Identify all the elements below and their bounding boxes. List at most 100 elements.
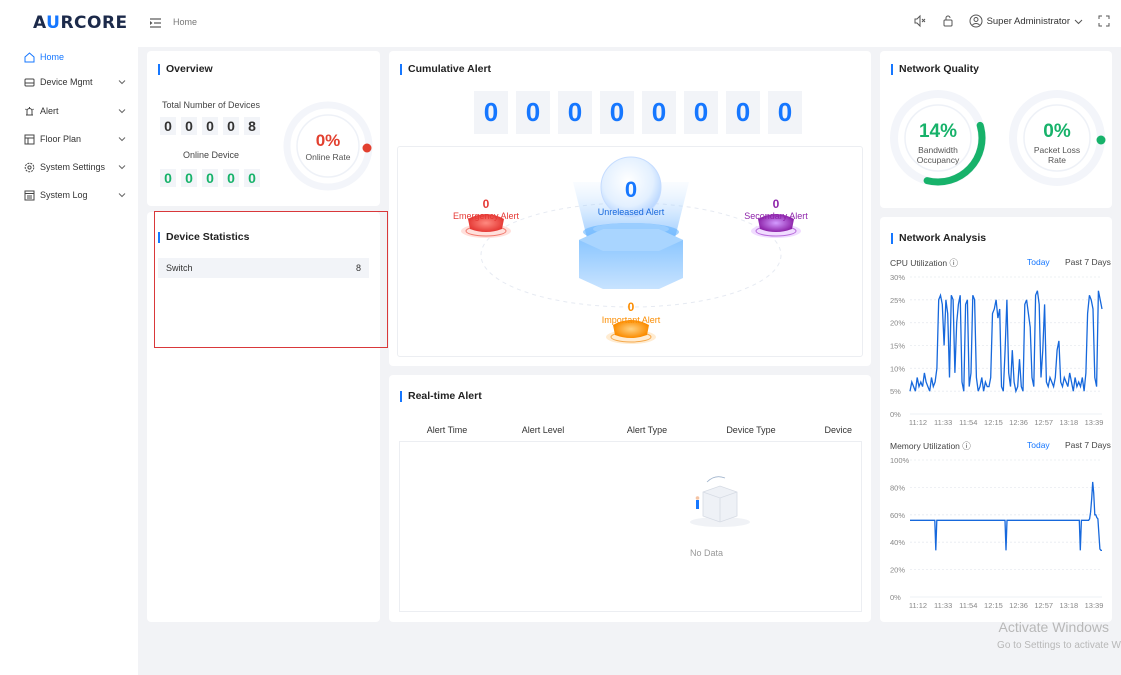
online-digit: 0: [244, 169, 260, 187]
y-tick-label: 20%: [890, 566, 905, 575]
empty-state-text: No Data: [690, 548, 724, 558]
x-tick-label: 11:33: [934, 601, 952, 610]
x-tick-label: 11:33: [934, 418, 952, 427]
online-device-label: Online Device: [183, 150, 240, 160]
emergency-alert-label: Emergency Alert: [452, 211, 520, 221]
alert-digit: 0: [684, 91, 718, 134]
y-tick-label: 5%: [890, 387, 901, 396]
column-header[interactable]: Alert Type: [591, 425, 703, 435]
chevron-down-icon: [118, 193, 126, 198]
toolbar-right: Super Administrator: [913, 14, 1111, 28]
lock-icon[interactable]: [941, 14, 955, 28]
device-statistics-title: Device Statistics: [158, 232, 249, 243]
emergency-alert-value: 0: [482, 197, 490, 211]
y-tick-label: 25%: [890, 296, 905, 305]
alert-digit: 0: [516, 91, 550, 134]
cpu-tab-today[interactable]: Today: [1027, 257, 1050, 267]
realtime-alert-table-body: No Data: [399, 442, 862, 612]
sidebar: Home Device Mgmt Alert Floor Plan System…: [0, 47, 138, 675]
x-tick-label: 11:12: [909, 418, 927, 427]
x-tick-label: 12:36: [1009, 418, 1028, 427]
device-icon: [24, 78, 35, 86]
y-tick-label: 30%: [890, 273, 905, 282]
sidebar-item-home[interactable]: Home: [0, 47, 138, 67]
overview-card: Overview Total Number of Devices 0 0 0 0…: [147, 51, 380, 206]
top-bar: AURCORE Home Super Administrator: [0, 0, 1121, 47]
bandwidth-label-line2: Occupancy: [916, 155, 960, 165]
x-tick-label: 12:36: [1009, 601, 1028, 610]
fullscreen-icon[interactable]: [1097, 14, 1111, 28]
memory-tab-past-7-days[interactable]: Past 7 Days: [1065, 440, 1111, 450]
cumulative-alert-title: Cumulative Alert: [400, 64, 491, 75]
realtime-alert-table-header: Alert Time Alert Level Alert Type Device…: [399, 418, 862, 442]
secondary-alert-value: 0: [772, 197, 780, 211]
overview-title: Overview: [158, 64, 213, 75]
sidebar-item-system-log[interactable]: System Log: [0, 185, 138, 205]
important-alert-value: 0: [627, 300, 635, 314]
total-digit: 0: [223, 117, 239, 135]
cpu-tab-past-7-days[interactable]: Past 7 Days: [1065, 257, 1111, 267]
network-analysis-title: Network Analysis: [891, 233, 986, 244]
x-tick-label: 12:15: [984, 601, 1003, 610]
y-tick-label: 0%: [890, 410, 901, 419]
column-header[interactable]: Device: [799, 425, 862, 435]
cpu-utilization-chart: 30% 25% 20% 15% 10% 5% 0% 11:12 11:33 11:54 12:15 1…: [890, 273, 1104, 427]
sidebar-item-system-settings[interactable]: System Settings: [0, 157, 138, 177]
network-quality-title: Network Quality: [891, 64, 979, 75]
device-type-name: Switch: [166, 263, 193, 273]
online-rate-label: Online Rate: [305, 152, 351, 162]
y-tick-label: 60%: [890, 511, 905, 520]
sidebar-item-device-mgmt[interactable]: Device Mgmt: [0, 72, 138, 92]
y-tick-label: 20%: [890, 319, 905, 328]
total-digit: 0: [202, 117, 218, 135]
x-tick-label: 11:54: [959, 418, 977, 427]
user-menu[interactable]: Super Administrator: [969, 14, 1083, 28]
bandwidth-label-line1: Bandwidth: [918, 145, 958, 155]
sidebar-item-floor-plan[interactable]: Floor Plan: [0, 129, 138, 149]
bandwidth-value: 14%: [918, 121, 958, 142]
empty-box-icon: [690, 476, 750, 527]
x-tick-label: 11:12: [909, 601, 927, 610]
online-digit: 0: [223, 169, 239, 187]
device-stat-row[interactable]: Switch 8: [158, 258, 369, 278]
unreleased-alert-label: Unreleased Alert: [597, 207, 665, 217]
alert-overview-panel: 0 Unreleased Alert 0 Emergency Alert 0 S…: [397, 146, 863, 357]
packet-loss-label-line2: Rate: [1048, 155, 1066, 165]
column-header[interactable]: Alert Level: [495, 425, 591, 435]
memory-tab-today[interactable]: Today: [1027, 440, 1050, 450]
activate-windows-hint: Go to Settings to activate W: [997, 640, 1121, 651]
chevron-down-icon: [1074, 19, 1083, 24]
device-type-count: 8: [355, 263, 361, 273]
total-devices-label: Total Number of Devices: [162, 100, 261, 110]
cumulative-alert-card: Cumulative Alert 0 0 0 0 0 0 0 0 0 Unrel…: [389, 51, 871, 366]
alert-digit: 0: [600, 91, 634, 134]
chevron-down-icon: [118, 137, 126, 142]
x-tick-label: 13:39: [1085, 418, 1104, 427]
important-alert-label: Important Alert: [601, 315, 661, 325]
online-digit: 0: [160, 169, 176, 187]
memory-utilization-chart: 100% 80% 60% 40% 20% 0% 11:12 11:33 11:54 12:15 12…: [890, 456, 1103, 610]
chevron-down-icon: [118, 165, 126, 170]
activate-windows-watermark: Activate Windows: [998, 619, 1109, 635]
gear-icon: [24, 162, 35, 172]
network-quality-card: Network Quality 14% Bandwidth Occupancy …: [880, 51, 1112, 208]
series-line: [910, 481, 1102, 552]
column-header[interactable]: Device Type: [703, 425, 799, 435]
column-header[interactable]: Alert Time: [399, 425, 495, 435]
y-tick-label: 100%: [890, 456, 910, 465]
sound-off-icon[interactable]: [913, 14, 927, 28]
y-tick-label: 15%: [890, 342, 905, 351]
menu-collapse-icon[interactable]: [150, 18, 161, 28]
aurcore-logo[interactable]: AURCORE: [33, 13, 128, 33]
series-line: [909, 290, 1103, 394]
x-tick-label: 11:54: [959, 601, 977, 610]
realtime-alert-card: Real-time Alert Alert Time Alert Level A…: [389, 375, 871, 622]
alert-digit: 0: [642, 91, 676, 134]
total-digit: 0: [160, 117, 176, 135]
x-tick-label: 13:18: [1059, 418, 1078, 427]
online-devices-counter: 0 0 0 0 0: [160, 169, 260, 187]
alert-digit: 0: [768, 91, 802, 134]
device-statistics-card: Device Statistics Switch 8: [147, 212, 380, 622]
x-tick-label: 12:15: [984, 418, 1003, 427]
sidebar-item-alert[interactable]: Alert: [0, 101, 138, 121]
